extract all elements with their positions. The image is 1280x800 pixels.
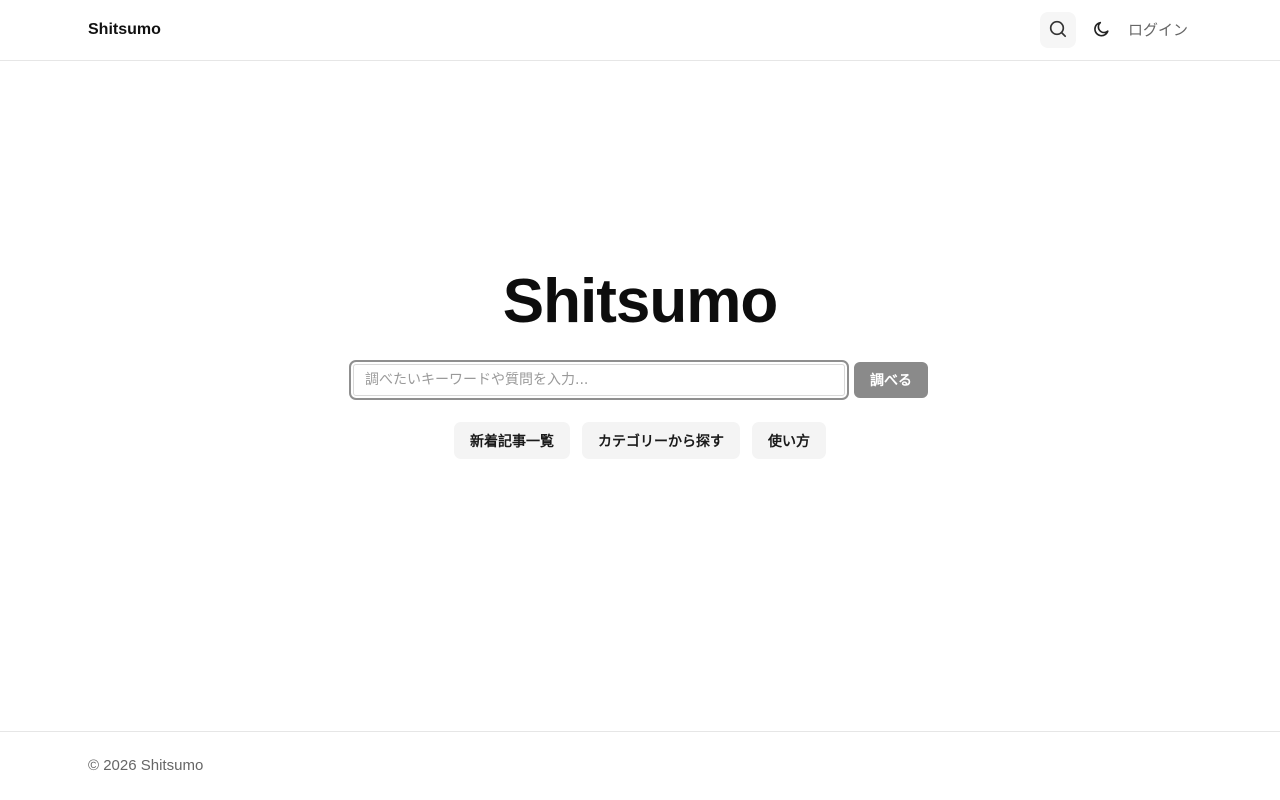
login-link[interactable]: ログイン [1128,20,1188,40]
copyright-text: © 2026 Shitsumo [88,757,204,774]
search-input[interactable] [349,360,849,400]
site-header: Shitsumo ログイン [0,0,1280,61]
brand-logo-link[interactable]: Shitsumo [88,20,161,40]
hero-title: Shitsumo [502,267,778,336]
quick-link-how-to-use[interactable]: 使い方 [752,422,826,459]
search-submit-button[interactable]: 調べる [854,362,928,398]
theme-toggle-button[interactable] [1086,12,1118,48]
quick-link-new-articles[interactable]: 新着記事一覧 [454,422,570,459]
moon-icon [1093,20,1111,41]
quick-link-categories[interactable]: カテゴリーから探す [582,422,740,459]
page: Shitsumo ログイン Shitsumo 調べる 新着記事一覧 カテ [0,0,1280,800]
header-search-button[interactable] [1040,12,1076,48]
site-footer: © 2026 Shitsumo [0,731,1280,800]
quick-links: 新着記事一覧 カテゴリーから探す 使い方 [0,422,1280,459]
search-icon [1048,19,1068,42]
